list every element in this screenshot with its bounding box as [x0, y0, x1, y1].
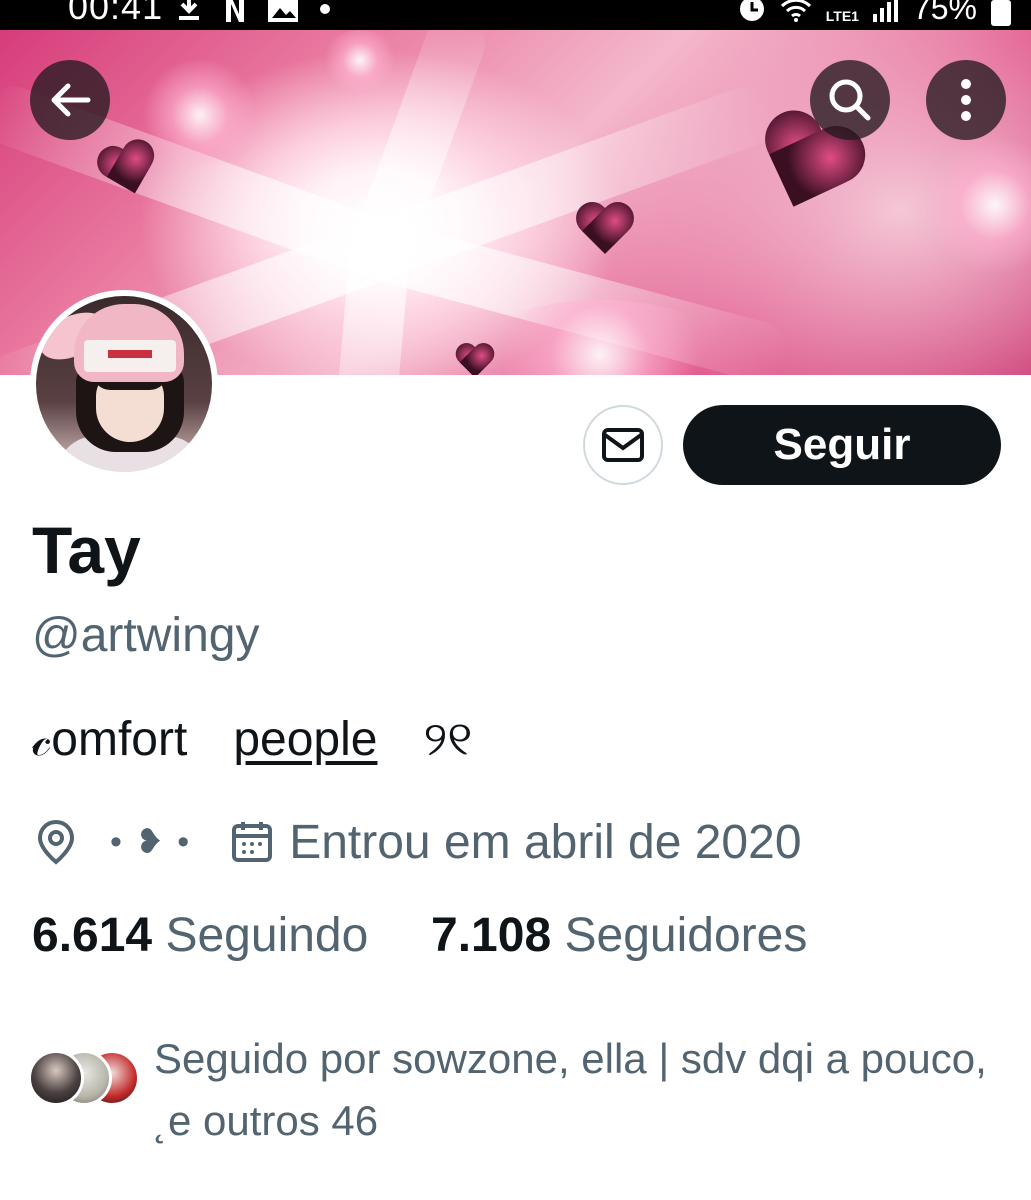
arrow-left-icon: [51, 83, 91, 117]
search-button[interactable]: [810, 60, 890, 140]
avatar[interactable]: [30, 290, 218, 478]
sparkle-decoration: [320, 30, 400, 90]
followers-link[interactable]: 7.108 Seguidores: [431, 909, 807, 962]
battery-percent: 75%: [912, 0, 977, 26]
followers-count: 7.108: [431, 909, 552, 962]
join-date: Entrou em abril de 2020: [289, 815, 802, 869]
avatar: [28, 1050, 84, 1106]
profile-bio: 𝒸omfort people ୨୧: [32, 712, 472, 768]
profile-location: • ❥ •: [110, 823, 192, 861]
followers-label: Seguidores: [564, 909, 808, 962]
more-button[interactable]: [926, 60, 1006, 140]
battery-icon: [991, 0, 1011, 26]
search-icon: [829, 79, 871, 121]
status-time: 00:41: [68, 0, 164, 27]
gallery-icon: [268, 0, 298, 22]
sparkle-decoration: [930, 130, 1031, 280]
signal-icon: [872, 0, 898, 22]
follow-button[interactable]: Seguir: [683, 405, 1001, 485]
profile-meta: • ❥ • Entrou em abril de 2020: [34, 812, 802, 872]
followed-by-text[interactable]: Seguido por sowzone, ella | sdv dqi a po…: [154, 1028, 994, 1152]
following-link[interactable]: 6.614 Seguindo: [32, 909, 368, 962]
more-vertical-icon: [961, 79, 971, 121]
following-count: 6.614: [32, 909, 153, 962]
message-button[interactable]: [583, 405, 663, 485]
alarm-icon: [739, 0, 764, 21]
download-icon: [179, 0, 199, 20]
netflix-icon: [226, 0, 244, 22]
heart-decoration: [574, 204, 637, 267]
following-label: Seguindo: [165, 909, 369, 962]
profile-stats: 6.614 Seguindo 7.108 Seguidores: [32, 908, 807, 963]
wifi-icon: [780, 0, 811, 22]
network-type: LTE1: [825, 7, 859, 24]
profile-handle: @artwingy: [32, 609, 260, 662]
bio-word: 𝒸omfort: [32, 713, 188, 766]
calendar-icon: [232, 822, 273, 862]
display-name: Tay: [32, 513, 141, 587]
bio-word: people: [233, 713, 378, 766]
status-bar: 00:41 LTE1 75%: [0, 0, 1031, 30]
bio-word: ୨୧: [423, 713, 473, 766]
envelope-icon: [602, 428, 644, 462]
sparkle-decoration: [140, 60, 260, 170]
dot-icon: [320, 4, 330, 14]
location-pin-icon: [37, 819, 75, 865]
back-button[interactable]: [30, 60, 110, 140]
